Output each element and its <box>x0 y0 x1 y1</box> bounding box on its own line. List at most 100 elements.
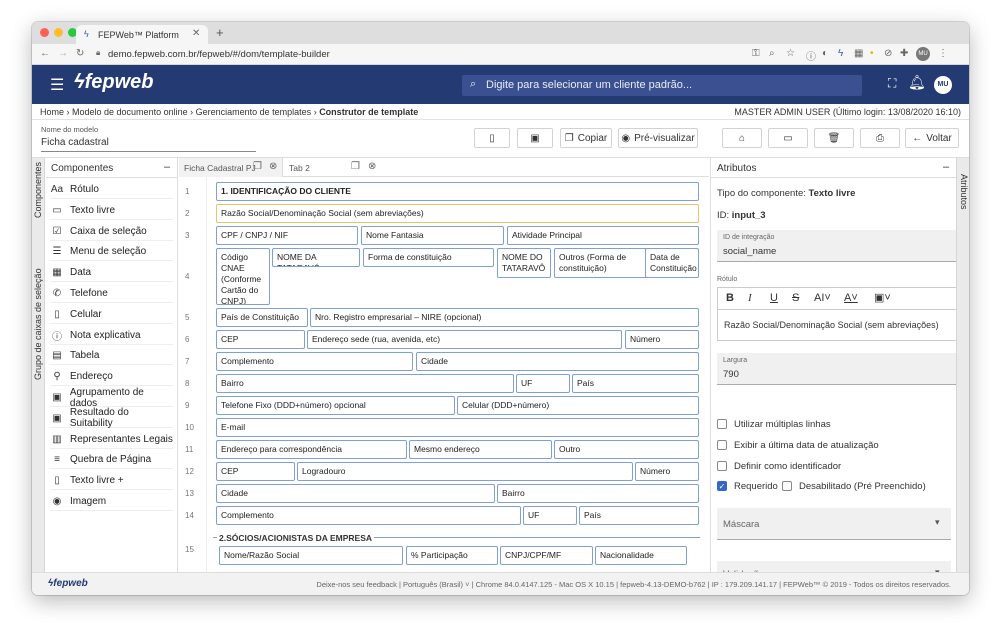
form-field[interactable]: Bairro <box>497 484 699 503</box>
form-field[interactable]: CEP <box>216 330 305 349</box>
label-rich-text-editor[interactable]: B I U S AI˅ A˅ ▣˅ Razão Social/Denominaç… <box>717 287 969 341</box>
key-icon[interactable]: ⚿ <box>752 48 760 59</box>
form-field[interactable]: Nome Fantasia <box>361 226 504 245</box>
component-item[interactable]: ▯ Celular <box>50 306 173 324</box>
forward-arrow-icon[interactable]: → <box>58 48 68 59</box>
rail-tab-attributes[interactable]: Atributos <box>959 174 969 210</box>
puzzle-icon[interactable]: ✚ <box>900 48 908 59</box>
form-field[interactable]: NOME DO TATARAVÔ <box>497 248 551 278</box>
table-header-cell[interactable]: Nome/Razão Social <box>219 546 403 565</box>
close-tab-icon[interactable]: ⊗ <box>368 161 376 172</box>
form-field[interactable]: Bairro <box>216 374 514 393</box>
extension-icon[interactable]: ⊘ <box>884 48 892 59</box>
breadcrumb-link[interactable]: Modelo de documento online <box>72 107 188 117</box>
save-button[interactable]: ▣ <box>517 128 553 148</box>
form-field[interactable]: Número <box>625 330 699 349</box>
form-field[interactable]: Mesmo endereço <box>409 440 552 459</box>
form-field[interactable]: Número <box>635 462 699 481</box>
form-field[interactable]: CPF / CNPJ / NIF <box>216 226 358 245</box>
integration-id-field[interactable]: ID de integração social_name <box>717 230 969 262</box>
component-item[interactable]: ☰ Menu de seleção <box>50 243 173 262</box>
form-field[interactable]: Complemento <box>216 352 413 371</box>
form-field[interactable]: Razão Social/Denominação Social (sem abr… <box>216 204 699 223</box>
form-field[interactable]: CEP <box>216 462 295 481</box>
form-field[interactable]: 1. IDENTIFICAÇÃO DO CLIENTE <box>216 182 699 201</box>
browser-menu-icon[interactable]: ⋮ <box>938 48 948 59</box>
rail-tab-components[interactable]: Componentes <box>33 162 43 218</box>
user-avatar[interactable]: MU <box>934 76 952 94</box>
multiline-checkbox[interactable] <box>717 419 727 429</box>
form-field[interactable]: NOME DA TATARAVÓ <box>272 248 360 267</box>
form-field[interactable]: E-mail <box>216 418 699 437</box>
new-document-button[interactable]: ▯ <box>474 128 510 148</box>
required-checkbox[interactable]: ✓ <box>717 481 727 491</box>
reload-icon[interactable]: ↻ <box>76 48 84 59</box>
rail-tab-checkbox-group[interactable]: Grupo de caixas de seleção <box>33 268 43 380</box>
back-button[interactable]: ← Voltar <box>905 128 959 148</box>
folder-button[interactable]: ▭ <box>768 128 808 148</box>
browser-avatar[interactable]: MU <box>916 47 930 61</box>
mask-select[interactable]: Máscara ▾ <box>717 508 951 540</box>
strikethrough-icon[interactable]: S <box>792 292 799 304</box>
notification-bell-icon[interactable]: 🔔︎ <box>908 74 926 91</box>
component-item[interactable]: Aa Rótulo <box>50 181 173 199</box>
close-tab-icon[interactable]: ⊗ <box>269 161 277 172</box>
tag-button[interactable]: ⌂ <box>722 128 762 148</box>
collapse-button[interactable]: – <box>943 161 949 173</box>
form-field[interactable]: Data de Constituição <box>645 248 699 278</box>
table-header-cell[interactable]: % Participação <box>406 546 498 565</box>
disabled-checkbox[interactable] <box>782 481 792 491</box>
italic-icon[interactable]: I <box>748 292 752 304</box>
form-field[interactable]: Telefone Fixo (DDD+número) opcional <box>216 396 455 415</box>
close-window-button[interactable] <box>40 28 49 37</box>
hamburger-menu-icon[interactable]: ☰ <box>50 75 64 95</box>
form-field[interactable]: País <box>579 506 699 525</box>
form-field[interactable]: UF <box>523 506 577 525</box>
highlight-color-icon[interactable]: ▣˅ <box>874 291 891 304</box>
component-item[interactable]: ▣ Agrupamento de dados <box>50 387 173 409</box>
app-logo[interactable]: ϟfepweb <box>74 71 154 94</box>
extension-icon[interactable]: ▦ <box>854 48 863 59</box>
fullscreen-icon[interactable]: ⛶ <box>888 76 896 91</box>
bookmark-star-icon[interactable]: ☆ <box>786 48 795 59</box>
extension-icon[interactable]: ϟ <box>838 48 843 59</box>
table-header-cell[interactable]: Nacionalidade <box>595 546 687 565</box>
width-field[interactable]: Largura 790 <box>717 353 969 385</box>
component-item[interactable]: ▯ Texto livre + <box>50 472 173 491</box>
validation-select[interactable]: Validação ▾ <box>717 561 951 580</box>
form-field[interactable]: País <box>572 374 699 393</box>
component-item[interactable]: ▥ Representantes Legais <box>50 431 173 449</box>
component-item[interactable]: ⓘ Nota explicativa <box>50 327 173 345</box>
breadcrumb-link[interactable]: Gerenciamento de templates <box>196 107 312 117</box>
form-field[interactable]: País de Constituição <box>216 308 308 327</box>
identifier-checkbox[interactable] <box>717 461 727 471</box>
tab-ficha-cadastral[interactable]: Ficha Cadastral PJ ❐ ⊗ <box>179 158 283 177</box>
component-item[interactable]: ▦ Data <box>50 264 173 283</box>
model-name-input[interactable]: Ficha cadastral <box>41 136 256 152</box>
duplicate-tab-icon[interactable]: ❐ <box>253 161 262 172</box>
component-item[interactable]: ☑ Caixa de seleção <box>50 223 173 241</box>
preview-button[interactable]: ◉ Pré-visualizar <box>618 128 698 148</box>
component-item[interactable]: ⚲ Endereço <box>50 368 173 387</box>
url-field[interactable]: demo.fepweb.com.br/fepweb/#/dom/template… <box>108 49 330 60</box>
form-field[interactable]: Atividade Principal <box>507 226 699 245</box>
new-tab-button[interactable]: + <box>216 25 224 40</box>
component-item[interactable]: ✆ Telefone <box>50 285 173 303</box>
bold-icon[interactable]: B <box>726 292 734 304</box>
browser-tab[interactable]: ϟ FEPWeb™ Platform ✕ <box>76 25 208 44</box>
duplicate-tab-icon[interactable]: ❐ <box>351 161 360 172</box>
table-header-cell[interactable]: CNPJ/CPF/MF <box>500 546 593 565</box>
last-update-checkbox[interactable] <box>717 440 727 450</box>
form-field[interactable]: Cidade <box>416 352 699 371</box>
extension-icon[interactable]: ⓘ <box>806 48 816 63</box>
font-color-icon[interactable]: A˅ <box>844 292 858 304</box>
component-item[interactable]: ≡ Quebra de Página <box>50 451 173 470</box>
form-field[interactable]: Endereço para correspondência <box>216 440 407 459</box>
component-item[interactable]: ▣ Resultado do Suitability <box>50 407 173 429</box>
form-field[interactable]: Outro <box>554 440 699 459</box>
form-field[interactable]: Complemento <box>216 506 521 525</box>
tab-2[interactable]: Tab 2 ❐ ⊗ <box>283 158 391 177</box>
form-field[interactable]: Celular (DDD+número) <box>457 396 699 415</box>
font-size-icon[interactable]: AI˅ <box>814 292 831 304</box>
close-tab-icon[interactable]: ✕ <box>192 28 200 39</box>
